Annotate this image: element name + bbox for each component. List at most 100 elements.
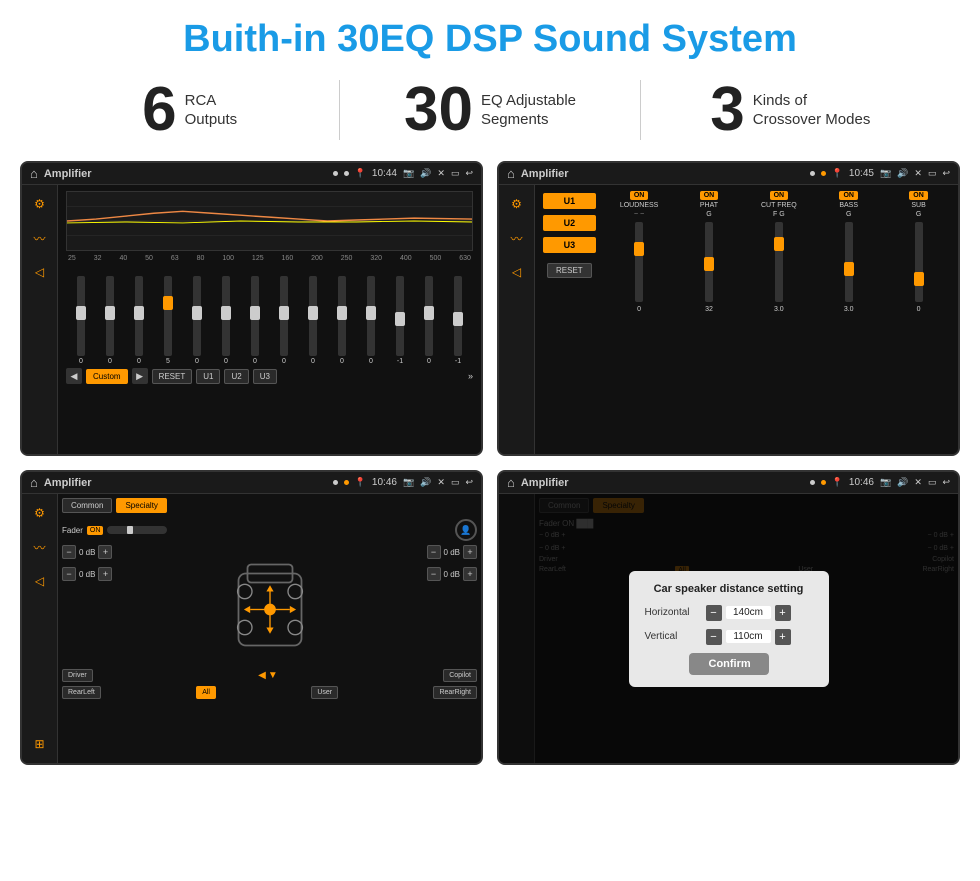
home-icon-1[interactable]: ⌂ (30, 166, 38, 181)
minus-bl[interactable]: − (62, 567, 76, 581)
bass-on[interactable]: ON (839, 191, 858, 200)
volume-icon-2[interactable]: 🔊 (897, 168, 908, 179)
fader-thumb[interactable] (127, 526, 133, 534)
home-icon-3[interactable]: ⌂ (30, 475, 38, 490)
sub-on[interactable]: ON (909, 191, 928, 200)
slider-track-1[interactable] (106, 276, 114, 356)
slider-track-8[interactable] (309, 276, 317, 356)
slider-thumb-12[interactable] (424, 306, 434, 320)
all-btn[interactable]: All (196, 686, 216, 699)
driver-btn[interactable]: Driver (62, 669, 93, 682)
loudness-track[interactable] (635, 222, 643, 302)
minus-tr[interactable]: − (427, 545, 441, 559)
fader-on[interactable]: ON (87, 526, 104, 535)
back-icon-1[interactable]: ↩ (465, 168, 473, 179)
slider-thumb-1[interactable] (105, 306, 115, 320)
slider-track-13[interactable] (454, 276, 462, 356)
eq-icon[interactable]: ⚙ (29, 193, 51, 215)
vertical-plus[interactable]: + (775, 629, 791, 645)
close-icon-4[interactable]: ✕ (914, 477, 922, 488)
plus-br[interactable]: + (463, 567, 477, 581)
slider-thumb-9[interactable] (337, 306, 347, 320)
loudness-on[interactable]: ON (630, 191, 649, 200)
rearright-btn[interactable]: RearRight (433, 686, 477, 699)
slider-track-7[interactable] (280, 276, 288, 356)
plus-tl[interactable]: + (98, 545, 112, 559)
phat-on[interactable]: ON (700, 191, 719, 200)
close-icon-1[interactable]: ✕ (437, 168, 445, 179)
next-btn[interactable]: ▶ (132, 368, 148, 384)
slider-thumb-5[interactable] (221, 306, 231, 320)
horizontal-minus[interactable]: − (706, 605, 722, 621)
vol-icon-2[interactable]: ◁ (506, 261, 528, 283)
slider-track-9[interactable] (338, 276, 346, 356)
wave-icon-2[interactable]: 〰 (506, 227, 528, 249)
tab-specialty-3[interactable]: Specialty (116, 498, 166, 513)
phat-track[interactable] (705, 222, 713, 302)
sub-thumb[interactable] (914, 272, 924, 286)
slider-thumb-2[interactable] (134, 306, 144, 320)
loudness-thumb[interactable] (634, 242, 644, 256)
minimize-icon-2[interactable]: ▭ (928, 168, 937, 179)
minus-br[interactable]: − (427, 567, 441, 581)
cutfreq-track[interactable] (775, 222, 783, 302)
close-icon-2[interactable]: ✕ (914, 168, 922, 179)
back-icon-3[interactable]: ↩ (465, 477, 473, 488)
volume-icon-4[interactable]: 🔊 (897, 477, 908, 488)
sub-track[interactable] (915, 222, 923, 302)
slider-thumb-11[interactable] (395, 312, 405, 326)
user-btn[interactable]: User (311, 686, 338, 699)
u1-xover-btn[interactable]: U1 (543, 193, 596, 209)
slider-track-5[interactable] (222, 276, 230, 356)
wave-icon-3[interactable]: 〰 (29, 536, 51, 558)
reset-xover-btn[interactable]: RESET (547, 263, 592, 278)
minimize-icon-1[interactable]: ▭ (451, 168, 460, 179)
u3-btn[interactable]: U3 (253, 369, 277, 384)
cutfreq-thumb[interactable] (774, 237, 784, 251)
u3-xover-btn[interactable]: U3 (543, 237, 596, 253)
confirm-button[interactable]: Confirm (689, 653, 769, 675)
volume-icon-1[interactable]: 🔊 (420, 168, 431, 179)
reset-btn[interactable]: RESET (152, 369, 193, 384)
horizontal-plus[interactable]: + (775, 605, 791, 621)
bass-thumb[interactable] (844, 262, 854, 276)
wave-icon[interactable]: 〰 (29, 227, 51, 249)
vol-icon[interactable]: ◁ (29, 261, 51, 283)
slider-track-6[interactable] (251, 276, 259, 356)
eq-icon-2[interactable]: ⚙ (506, 193, 528, 215)
slider-track-10[interactable] (367, 276, 375, 356)
slider-track-3[interactable] (164, 276, 172, 356)
slider-thumb-0[interactable] (76, 306, 86, 320)
fader-slider[interactable] (107, 526, 167, 534)
close-icon-3[interactable]: ✕ (437, 477, 445, 488)
left-arrow[interactable]: ◀ (258, 670, 266, 681)
custom-btn[interactable]: Custom (86, 369, 128, 384)
slider-track-0[interactable] (77, 276, 85, 356)
slider-thumb-8[interactable] (308, 306, 318, 320)
tab-common-3[interactable]: Common (62, 498, 112, 513)
slider-track-2[interactable] (135, 276, 143, 356)
eq-icon-3[interactable]: ⚙ (29, 502, 51, 524)
slider-thumb-7[interactable] (279, 306, 289, 320)
bass-track[interactable] (845, 222, 853, 302)
expand-icon-3[interactable]: ⊞ (29, 733, 51, 755)
minimize-icon-4[interactable]: ▭ (928, 477, 937, 488)
rearleft-btn[interactable]: RearLeft (62, 686, 101, 699)
vol-icon-3[interactable]: ◁ (29, 570, 51, 592)
slider-thumb-3[interactable] (163, 296, 173, 310)
vertical-minus[interactable]: − (706, 629, 722, 645)
slider-thumb-13[interactable] (453, 312, 463, 326)
slider-track-11[interactable] (396, 276, 404, 356)
down-arrow[interactable]: ▼ (268, 670, 278, 681)
slider-thumb-10[interactable] (366, 306, 376, 320)
plus-tr[interactable]: + (463, 545, 477, 559)
home-icon-2[interactable]: ⌂ (507, 166, 515, 181)
slider-thumb-6[interactable] (250, 306, 260, 320)
plus-bl[interactable]: + (98, 567, 112, 581)
u2-btn[interactable]: U2 (224, 369, 248, 384)
home-icon-4[interactable]: ⌂ (507, 475, 515, 490)
slider-thumb-4[interactable] (192, 306, 202, 320)
cutfreq-on[interactable]: ON (770, 191, 789, 200)
copilot-btn[interactable]: Copilot (443, 669, 477, 682)
minimize-icon-3[interactable]: ▭ (451, 477, 460, 488)
